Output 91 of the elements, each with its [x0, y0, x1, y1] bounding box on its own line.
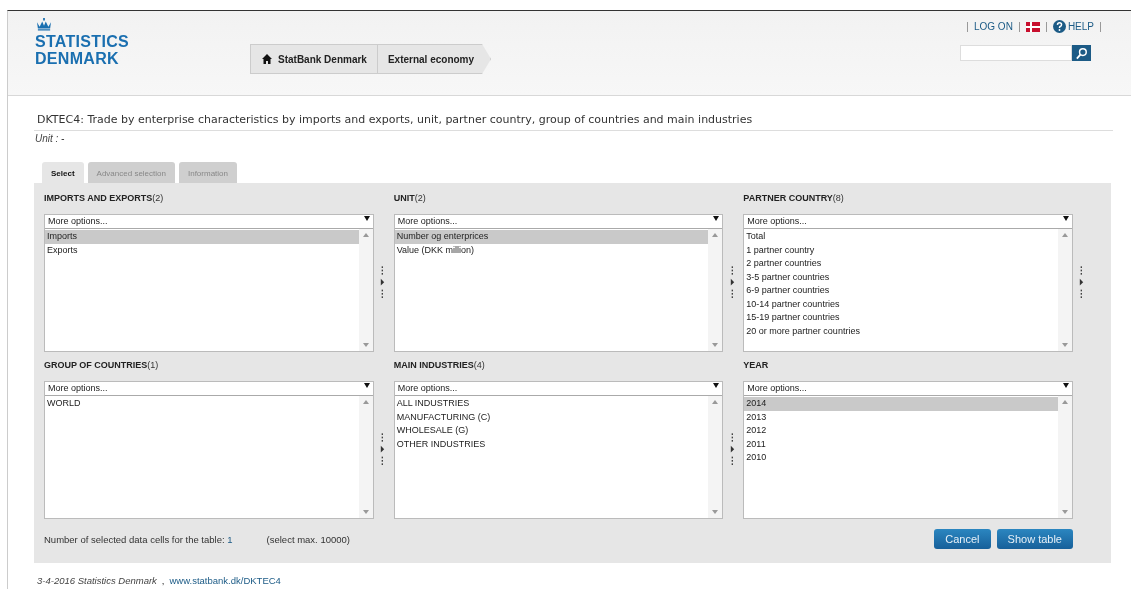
value-listbox[interactable]: WORLD [45, 396, 373, 518]
list-option[interactable]: 2010 [744, 451, 1058, 465]
value-listbox[interactable]: Imports Exports [45, 229, 373, 351]
caret-icon [713, 216, 720, 221]
unit-label: Unit : - [34, 132, 66, 144]
list-option[interactable]: WHOLESALE (G) [394, 424, 709, 438]
scroll-down-icon[interactable] [1062, 343, 1068, 347]
search-button[interactable] [1072, 45, 1091, 61]
scroll-up-icon[interactable] [712, 233, 719, 237]
caret-icon [363, 383, 370, 388]
list-option[interactable]: Value (DKK million) [394, 243, 709, 257]
list-option[interactable]: MANUFACTURING (C) [394, 410, 709, 424]
scroll-down-icon[interactable] [362, 510, 369, 514]
breadcrumb[interactable]: StatBank Denmark [250, 44, 378, 74]
search-icon [1075, 46, 1088, 60]
logo-text[interactable]: STATISTICS DENMARK [35, 33, 250, 67]
list-option[interactable]: 2012 [744, 424, 1058, 438]
list-option[interactable]: Number og enterprices [394, 230, 709, 244]
caret-icon [1063, 383, 1069, 388]
splitter-handle[interactable] [380, 433, 386, 467]
list-option[interactable]: 20 or more partner countries [744, 324, 1058, 338]
scrollbar[interactable] [1058, 396, 1072, 518]
scroll-up-icon[interactable] [1062, 233, 1068, 237]
scroll-down-icon[interactable] [362, 343, 369, 347]
selected-cells-count: Number of selected data cells for the table: 1 [44, 533, 233, 545]
more-options-dropdown[interactable]: More options... [45, 215, 373, 229]
scroll-down-icon[interactable] [712, 510, 719, 514]
list-option[interactable]: 10-14 partner countries [744, 297, 1058, 311]
list-option[interactable]: 3-5 partner countries [744, 270, 1058, 284]
splitter-handle[interactable] [729, 433, 735, 467]
tab[interactable]: Select [42, 162, 84, 183]
more-options-dropdown[interactable]: More options... [744, 382, 1072, 396]
log-on-link[interactable]: LOG ON [973, 21, 1013, 32]
scroll-up-icon[interactable] [712, 400, 719, 404]
list-option[interactable]: 2011 [744, 437, 1058, 451]
variable-heading: IMPORTS AND EXPORTS(2) [44, 193, 165, 205]
scrollbar[interactable] [358, 396, 373, 518]
flag-icon[interactable] [1025, 21, 1040, 32]
list-option[interactable]: Total [744, 230, 1058, 244]
crown-icon [35, 17, 53, 31]
variable-heading: YEAR [743, 360, 770, 372]
more-options-dropdown[interactable]: More options... [45, 382, 373, 396]
list-option[interactable]: OTHER INDUSTRIES [394, 437, 709, 451]
more-options-dropdown[interactable]: More options... [744, 215, 1072, 229]
list-option[interactable]: 15-19 partner countries [744, 311, 1058, 325]
list-option[interactable]: WORLD [45, 397, 359, 411]
variable-heading: MAIN INDUSTRIES(4) [393, 360, 486, 372]
caret-icon [363, 216, 370, 221]
page-title: DKTEC4: Trade by enterprise characteristics by imports and exports, unit, partner country, group of countries and main industries [34, 96, 1113, 131]
more-options-dropdown[interactable]: More options... [394, 215, 723, 229]
max-cells-note: (select max. 10000) [266, 533, 350, 545]
splitter-handle[interactable] [380, 266, 386, 300]
scrollbar[interactable] [358, 229, 373, 351]
list-option[interactable]: Exports [45, 243, 359, 257]
value-listbox[interactable]: Number og enterprices Value (DKK million) [394, 229, 723, 351]
variable-heading: PARTNER COUNTRY(8) [743, 193, 845, 205]
footer-link[interactable]: www.statbank.dk/DKTEC4 [169, 575, 281, 586]
scroll-down-icon[interactable] [1062, 510, 1068, 514]
help-icon [1052, 20, 1066, 33]
value-listbox[interactable]: 2014 2013 2012 2011 2010 [744, 396, 1072, 518]
scroll-up-icon[interactable] [1062, 400, 1068, 404]
value-listbox[interactable]: ALL INDUSTRIES MANUFACTURING (C) WHOLESALE (G) OTHER INDUSTRIES [394, 396, 723, 518]
variable-heading: UNIT(2) [393, 193, 427, 205]
list-option[interactable]: 2013 [744, 410, 1058, 424]
list-option[interactable]: Imports [45, 230, 359, 244]
home-icon [261, 53, 273, 65]
scrollbar[interactable] [708, 229, 723, 351]
help-link[interactable]: HELP [1052, 20, 1094, 33]
scroll-up-icon[interactable] [362, 400, 369, 404]
separator: , [161, 575, 165, 586]
list-option[interactable]: 6-9 partner countries [744, 284, 1058, 298]
splitter-handle[interactable] [729, 266, 735, 300]
list-option[interactable]: 2 partner countries [744, 257, 1058, 271]
scrollbar[interactable] [708, 396, 723, 518]
list-option[interactable]: 1 partner country [744, 243, 1058, 257]
cancel-button[interactable]: Cancel [934, 529, 991, 549]
show-table-button[interactable]: Show table [996, 529, 1073, 549]
list-option[interactable]: ALL INDUSTRIES [394, 397, 709, 411]
list-option[interactable]: 2014 [744, 397, 1058, 411]
scrollbar[interactable] [1058, 229, 1072, 351]
scroll-up-icon[interactable] [362, 233, 369, 237]
scroll-down-icon[interactable] [712, 343, 719, 347]
value-listbox[interactable]: Total 1 partner country 2 partner countries 3-5 partner countries 6-9 partner countries 10-14 partner countries 15-19 partner countries 20 or more partner countries [744, 229, 1072, 351]
caret-icon [713, 383, 720, 388]
footer-date: 3-4-2016 Statistics Denmark [37, 575, 157, 586]
variable-heading: GROUP OF COUNTRIES(1) [44, 360, 160, 372]
more-options-dropdown[interactable]: More options... [394, 382, 723, 396]
splitter-handle[interactable] [1079, 266, 1085, 300]
caret-icon [1063, 216, 1069, 221]
search-field[interactable] [960, 45, 1072, 61]
breadcrumb[interactable]: External economy [377, 44, 492, 74]
